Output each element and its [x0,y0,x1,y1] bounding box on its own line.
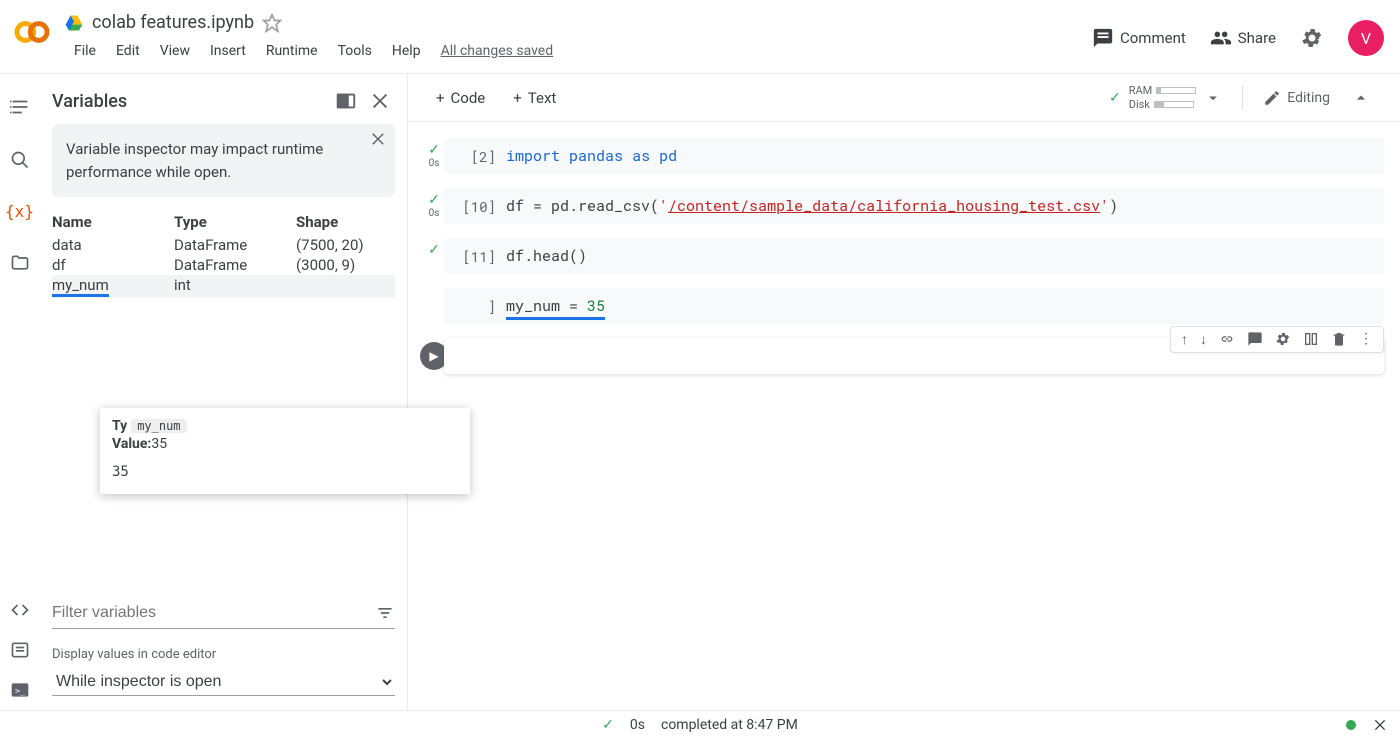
svg-text:>_: >_ [15,685,26,695]
move-down-icon[interactable]: ↓ [1200,331,1207,348]
cell-action-toolbar: ↑ ↓ ⋮ [1170,326,1384,353]
colab-logo-icon [12,12,52,52]
variable-name-chip: my_num [131,419,186,433]
check-icon: ✓ [428,242,440,258]
code-cell[interactable]: ✓0s [10]df = pd.read_csv('/content/sampl… [424,188,1384,224]
left-rail: {x} >_ [0,74,40,710]
col-name: Name [52,213,174,231]
close-panel-icon[interactable] [369,90,391,112]
variable-tooltip: Tymy_num Value:35 35 [100,408,470,494]
menu-insert[interactable]: Insert [200,39,256,63]
variables-panel: Variables Variable inspector may impact … [40,74,408,710]
toc-icon[interactable] [9,96,31,118]
share-icon [1210,27,1232,49]
settings-icon[interactable] [1300,26,1324,50]
variables-table: Name Type Shape data DataFrame (7500, 20… [40,209,407,298]
share-button[interactable]: Share [1210,27,1276,49]
command-palette-icon[interactable] [10,640,30,660]
warning-box: Variable inspector may impact runtime pe… [52,124,395,197]
move-up-icon[interactable]: ↑ [1181,331,1188,348]
more-icon[interactable]: ⋮ [1359,331,1373,348]
menu-tools[interactable]: Tools [328,39,382,63]
save-status[interactable]: All changes saved [431,39,564,63]
comment-icon [1092,27,1114,49]
files-icon[interactable] [10,253,30,273]
comment-cell-icon[interactable] [1247,331,1263,348]
cell-settings-icon[interactable] [1275,331,1291,348]
code-cell[interactable]: ]my_num = 35 [424,288,1384,324]
document-title[interactable]: colab features.ipynb [92,12,254,33]
filter-variables-input[interactable] [52,598,375,628]
status-duration: 0s [630,717,645,733]
code-cell[interactable]: ✓0s [2]import pandas as pd [424,138,1384,174]
drive-icon [64,13,84,33]
collapse-toolbar-icon[interactable] [1342,83,1380,113]
code-content[interactable]: import pandas as pd [506,146,677,166]
menu-edit[interactable]: Edit [106,39,150,63]
terminal-icon[interactable]: >_ [10,680,30,700]
menu-help[interactable]: Help [382,39,431,63]
menu-view[interactable]: View [150,39,200,63]
check-icon: ✓ [602,717,614,733]
user-avatar[interactable]: V [1348,20,1384,56]
display-values-select[interactable]: While inspector is open [52,668,395,696]
mirror-cell-icon[interactable] [1303,331,1319,348]
code-cell[interactable]: ✓ [11]df.head() [424,238,1384,274]
variables-icon[interactable]: {x} [5,202,34,221]
connection-status-icon[interactable] [1346,720,1356,730]
menu-bar: File Edit View Insert Runtime Tools Help… [64,39,1092,63]
resource-indicator[interactable]: ✓ RAM Disk [1109,84,1222,110]
menu-file[interactable]: File [64,39,106,63]
col-shape: Shape [296,213,395,231]
check-icon: ✓ [428,192,440,208]
comment-button[interactable]: Comment [1092,27,1186,49]
header: colab features.ipynb File Edit View Inse… [0,0,1400,74]
code-content[interactable] [456,346,465,366]
add-text-cell-button[interactable]: +Text [505,85,564,111]
status-bar: ✓ 0s completed at 8:47 PM [0,710,1400,738]
notebook-area: +Code +Text ✓ RAM Disk Editing ✓0s [2]i [408,74,1400,710]
var-row[interactable]: df DataFrame (3000, 9) [52,255,395,275]
display-values-label: Display values in code editor [52,647,395,662]
var-row[interactable]: my_num int [52,275,395,298]
add-code-cell-button[interactable]: +Code [428,85,493,111]
popout-icon[interactable] [335,90,357,112]
filter-icon[interactable] [375,603,395,623]
var-row[interactable]: data DataFrame (7500, 20) [52,235,395,255]
col-type: Type [174,213,296,231]
code-snippets-icon[interactable] [10,600,30,620]
code-content[interactable]: my_num = 35 [506,296,605,316]
code-cell-active[interactable]: ↑ ↓ ⋮ ▶ [424,338,1384,374]
menu-runtime[interactable]: Runtime [256,39,328,63]
check-icon: ✓ [1109,90,1121,106]
close-status-icon[interactable] [1372,717,1388,733]
check-icon: ✓ [428,142,440,158]
link-icon[interactable] [1219,331,1235,348]
delete-cell-icon[interactable] [1331,331,1347,348]
search-icon[interactable] [10,150,30,170]
close-warning-icon[interactable] [369,130,387,148]
code-content[interactable]: df = pd.read_csv('/content/sample_data/c… [506,196,1118,216]
editing-mode-button[interactable]: Editing [1263,89,1330,107]
star-icon[interactable] [262,13,282,33]
pencil-icon [1263,89,1281,107]
status-message: completed at 8:47 PM [661,717,798,733]
notebook-toolbar: +Code +Text ✓ RAM Disk Editing [408,74,1400,122]
panel-title: Variables [52,91,323,112]
chevron-down-icon[interactable] [1204,89,1222,107]
code-content[interactable]: df.head() [506,246,587,266]
